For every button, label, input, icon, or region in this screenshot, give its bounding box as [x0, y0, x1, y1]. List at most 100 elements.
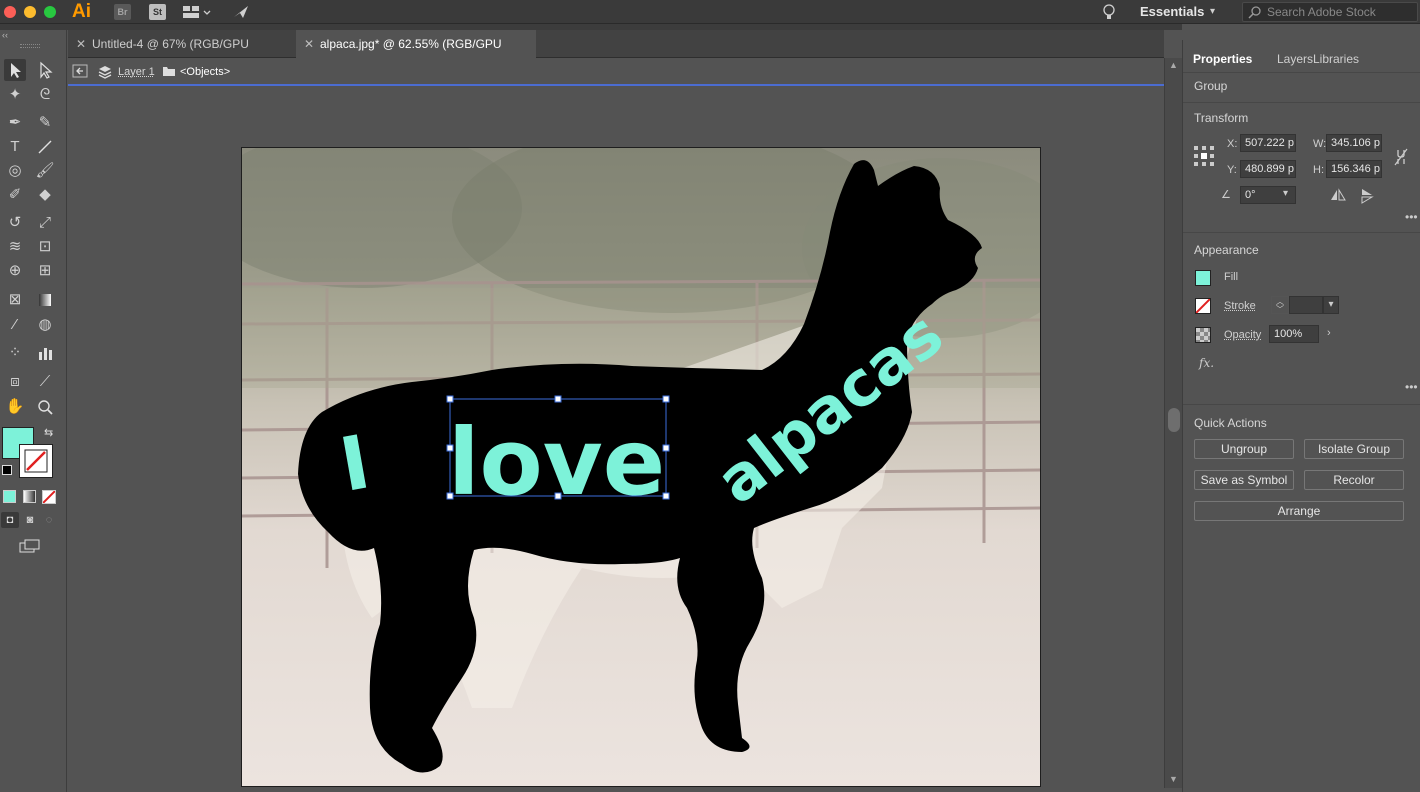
draw-normal-icon[interactable]: ◘	[1, 512, 19, 528]
close-tab-icon[interactable]: ✕	[304, 30, 314, 58]
none-mode-icon[interactable]	[42, 490, 56, 504]
close-window-button[interactable]	[4, 6, 16, 18]
scale-tool-icon[interactable]: ⤢	[34, 212, 56, 234]
magic-wand-tool-icon[interactable]: ✦	[4, 84, 26, 106]
fill-color-swatch[interactable]	[1195, 270, 1211, 286]
toolbar-grip[interactable]	[20, 44, 40, 48]
isolate-group-button[interactable]: Isolate Group	[1304, 439, 1404, 459]
more-options-icon[interactable]: •••	[1405, 210, 1418, 224]
perspective-grid-tool-icon[interactable]: ⊞	[34, 260, 56, 282]
stock-search-input[interactable]: Search Adobe Stock	[1242, 2, 1418, 22]
stroke-weight-stepper[interactable]: ︿ ﹀	[1271, 296, 1289, 314]
resize-handle	[554, 492, 562, 500]
gpu-performance-icon[interactable]	[232, 3, 250, 21]
curvature-tool-icon[interactable]: ✎	[34, 112, 56, 134]
breadcrumb-layer[interactable]: Layer 1	[118, 66, 155, 78]
tab-untitled-4[interactable]: ✕ Untitled-4 @ 67% (RGB/GPU Preview)	[68, 30, 294, 79]
isolation-mode-bar: Layer 1 <Objects>	[68, 59, 1164, 86]
chevron-down-icon[interactable]: ▾	[1210, 6, 1215, 17]
tab-alpaca[interactable]: ✕ alpaca.jpg* @ 62.55% (RGB/GPU Preview)	[296, 30, 536, 79]
resize-handle	[446, 395, 454, 403]
stroke-color-swatch[interactable]	[1195, 298, 1211, 314]
stroke-swatch[interactable]	[19, 444, 53, 478]
collapse-toolbar-icon[interactable]: ‹‹	[2, 30, 8, 40]
save-as-symbol-button[interactable]: Save as Symbol	[1194, 470, 1294, 490]
stroke-link[interactable]: Stroke	[1224, 300, 1256, 312]
opacity-field[interactable]: 100%	[1269, 325, 1319, 343]
selection-tool-icon[interactable]	[4, 59, 26, 81]
pencil-tool-icon[interactable]: ✐	[4, 184, 26, 206]
mesh-tool-icon[interactable]: ⊠	[4, 289, 26, 311]
column-graph-tool-icon[interactable]	[34, 342, 56, 364]
pen-tool-icon[interactable]: ✒	[4, 112, 26, 134]
close-tab-icon[interactable]: ✕	[76, 30, 86, 58]
vertical-scrollbar[interactable]: ▲ ▼	[1164, 58, 1182, 788]
stroke-weight-field[interactable]	[1289, 296, 1323, 314]
folder-icon	[162, 65, 176, 80]
more-options-icon[interactable]: •••	[1405, 380, 1418, 394]
chevron-right-icon[interactable]: ›	[1327, 327, 1331, 339]
minimize-window-button[interactable]	[24, 6, 36, 18]
reference-point-icon[interactable]	[1194, 146, 1214, 169]
gradient-tool-icon[interactable]	[34, 289, 56, 311]
bridge-button[interactable]: Br	[114, 4, 131, 20]
eraser-tool-icon[interactable]: ◆	[34, 184, 56, 206]
swap-fill-stroke-icon[interactable]: ⇆	[44, 426, 53, 439]
color-mode-icon[interactable]	[3, 490, 16, 503]
arrange-documents-icon[interactable]	[182, 4, 212, 20]
blend-tool-icon[interactable]: ◍	[34, 314, 56, 336]
x-position-field[interactable]: 507.222 p	[1240, 134, 1296, 152]
lightbulb-icon[interactable]	[1101, 3, 1117, 21]
artboard-tool-icon[interactable]: ⧈	[4, 371, 26, 393]
rotate-tool-icon[interactable]: ↺	[4, 212, 26, 234]
draw-inside-icon[interactable]: ◌	[41, 512, 57, 528]
flip-horizontal-icon[interactable]	[1330, 188, 1346, 205]
tab-properties[interactable]: Properties	[1193, 46, 1252, 72]
y-position-field[interactable]: 480.899 p	[1240, 160, 1296, 178]
opacity-icon	[1195, 327, 1211, 343]
breadcrumb-objects[interactable]: <Objects>	[180, 66, 230, 78]
stroke-weight-dropdown[interactable]: ▾	[1323, 296, 1339, 314]
tab-layers[interactable]: Layers	[1277, 46, 1313, 72]
free-transform-tool-icon[interactable]: ⊡	[34, 236, 56, 258]
symbol-sprayer-tool-icon[interactable]: ⁘	[4, 342, 26, 364]
scroll-thumb[interactable]	[1168, 408, 1180, 432]
artboard[interactable]: I love alpacas	[241, 147, 1041, 787]
app-bar: Ai Br St Essentials ▾ Search Adobe Stock	[0, 0, 1420, 24]
stock-button[interactable]: St	[149, 4, 166, 20]
flip-vertical-icon[interactable]	[1360, 188, 1374, 207]
warp-tool-icon[interactable]: ≋	[4, 236, 26, 258]
hand-tool-icon[interactable]: ✋	[4, 396, 26, 418]
eyedropper-tool-icon[interactable]: ⁄	[4, 314, 26, 336]
slice-tool-icon[interactable]: ⟋	[34, 371, 56, 393]
shaper-tool-icon[interactable]: ◎	[4, 160, 26, 182]
screen-mode-icon[interactable]	[18, 538, 42, 554]
width-field[interactable]: 345.106 p	[1326, 134, 1382, 152]
recolor-button[interactable]: Recolor	[1304, 470, 1404, 490]
draw-behind-icon[interactable]: ◙	[22, 512, 38, 528]
default-colors-icon[interactable]	[2, 465, 12, 475]
object-type-label: Group	[1194, 79, 1228, 93]
lasso-tool-icon[interactable]: ᘓ	[34, 84, 56, 106]
paintbrush-tool-icon[interactable]: 🖌	[34, 160, 56, 182]
scroll-up-icon[interactable]: ▲	[1169, 60, 1178, 70]
chevron-down-icon[interactable]: ▾	[1283, 188, 1288, 199]
zoom-tool-icon[interactable]	[34, 396, 56, 418]
zoom-window-button[interactable]	[44, 6, 56, 18]
fx-icon[interactable]: fx.	[1199, 356, 1214, 370]
scroll-down-icon[interactable]: ▼	[1169, 774, 1178, 784]
type-tool-icon[interactable]: T	[4, 136, 26, 158]
direct-selection-tool-icon[interactable]	[34, 59, 56, 81]
opacity-link[interactable]: Opacity	[1224, 329, 1261, 341]
back-arrow-icon[interactable]	[72, 64, 88, 81]
height-field[interactable]: 156.346 p	[1326, 160, 1382, 178]
workspace-switcher[interactable]: Essentials	[1140, 4, 1204, 19]
shape-builder-tool-icon[interactable]: ⊕	[4, 260, 26, 282]
constrain-proportions-icon[interactable]	[1394, 148, 1408, 169]
arrange-button[interactable]: Arrange	[1194, 501, 1404, 521]
line-tool-icon[interactable]	[34, 136, 56, 158]
alpaca-artwork[interactable]: I love alpacas	[242, 148, 1041, 787]
gradient-mode-icon[interactable]	[23, 490, 36, 503]
tab-libraries[interactable]: Libraries	[1313, 46, 1359, 72]
ungroup-button[interactable]: Ungroup	[1194, 439, 1294, 459]
